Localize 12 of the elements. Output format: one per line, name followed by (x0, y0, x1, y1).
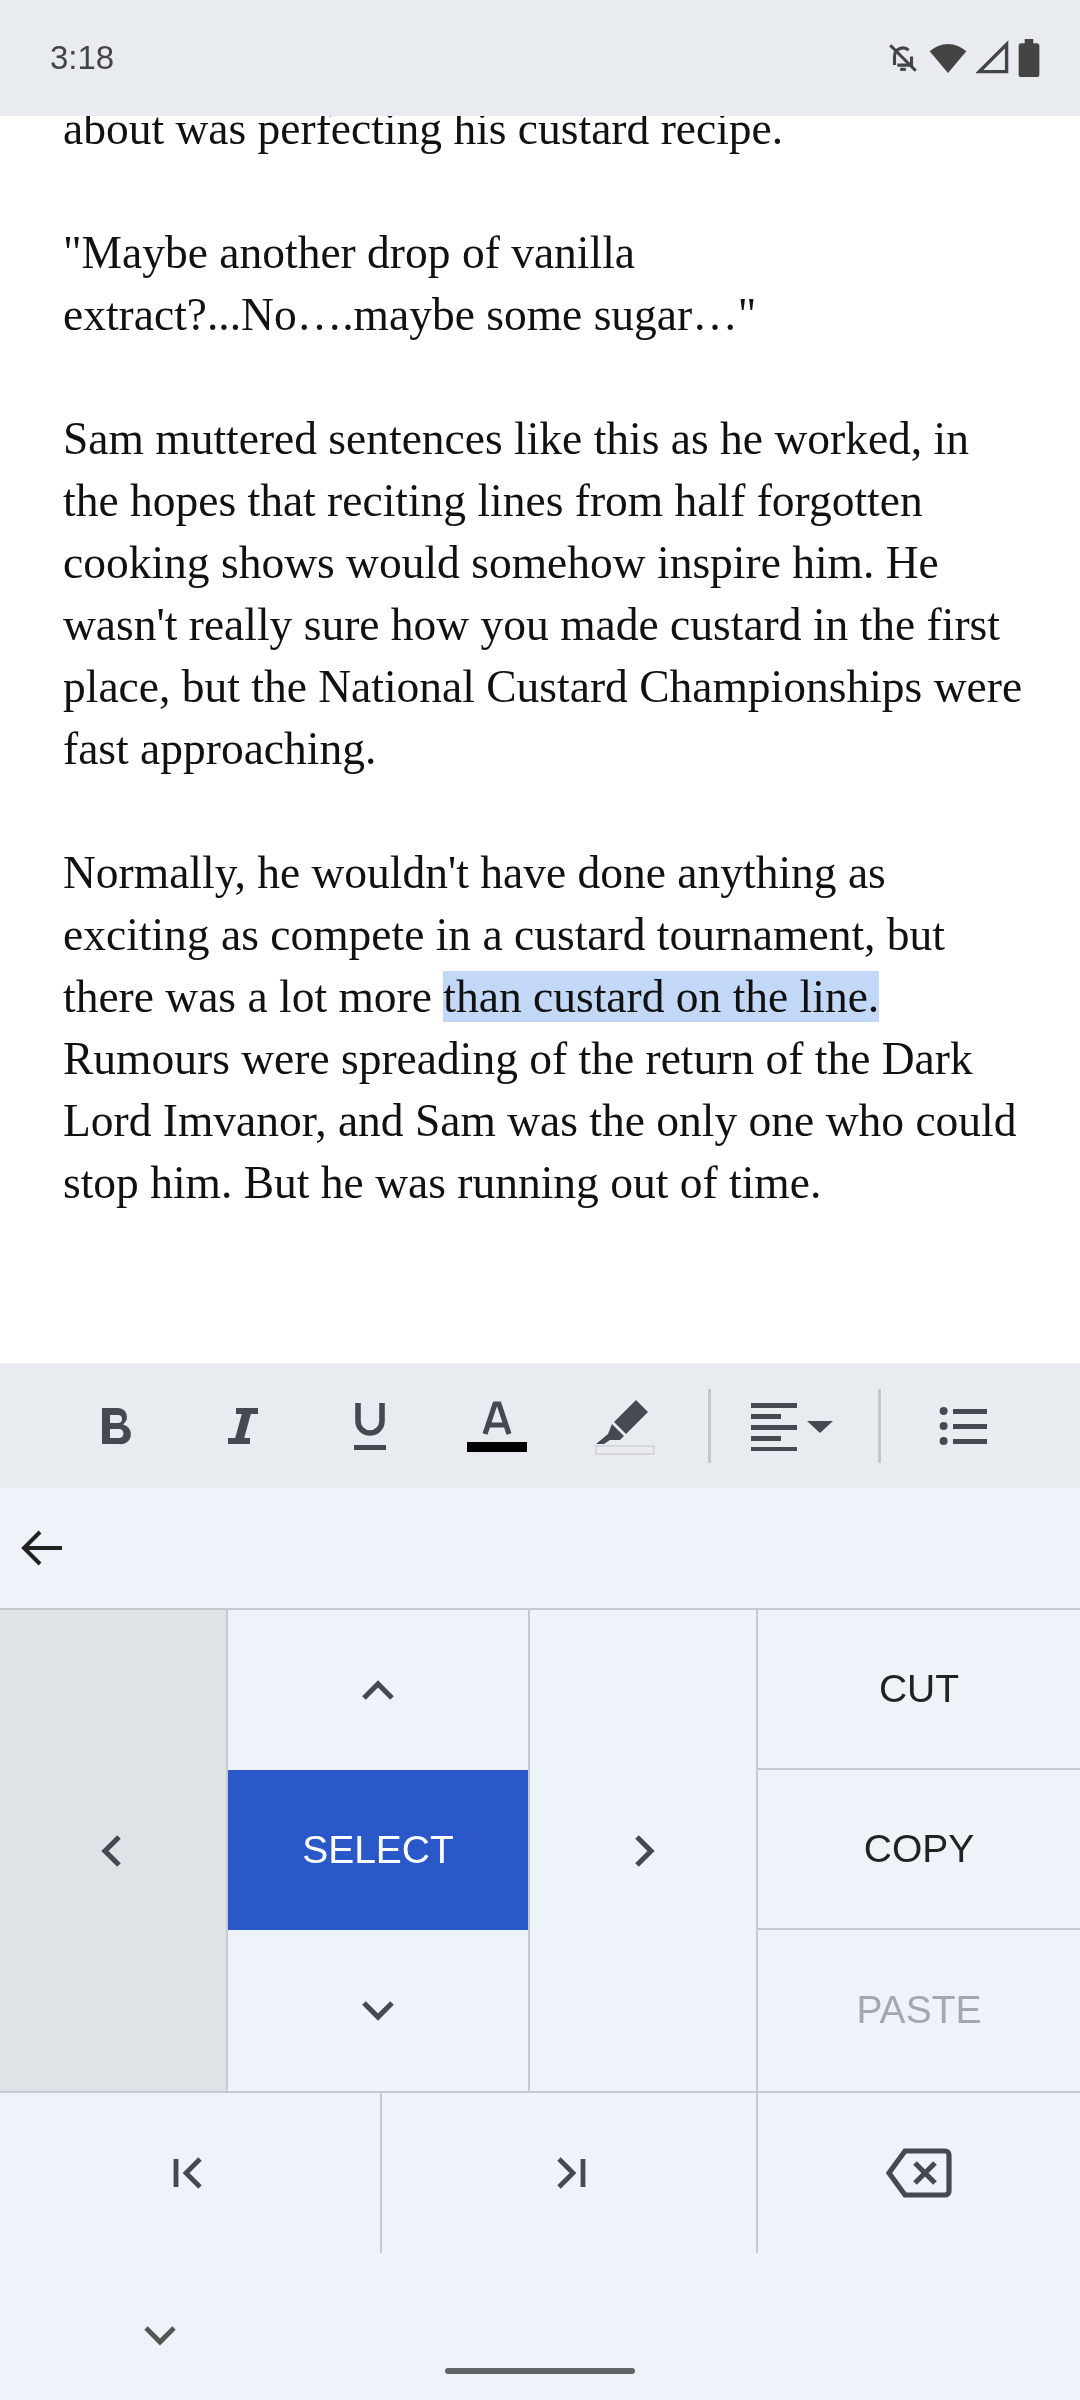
signal-icon (976, 40, 1010, 76)
paragraph: Sam muttered sentences like this as he worked, in the hopes that reciting lines from half forgotten cooking shows would somehow inspire him. He wasn't really sure how you made custard in the first place, but the National Custard Championships were fast approaching. (63, 412, 1024, 776)
backspace-icon[interactable] (885, 2147, 953, 2199)
italic-icon[interactable] (226, 1405, 260, 1446)
home-handle[interactable] (445, 2368, 635, 2374)
status-time: 3:18 (50, 38, 115, 79)
back-arrow-icon[interactable] (20, 1528, 64, 1568)
paragraph: Normally, he wouldn't have done anything as exciting as compete in a custard tournament, but there was a lot more than custard on the line. Rumours were spreading of the return of the Dark Lord Imvanor, and Sam was the only one who could stop him. But he was running out of time. (63, 846, 1018, 1210)
paragraph: "Maybe another drop of vanilla extract?...No….maybe some sugar…" (63, 226, 758, 342)
select-button[interactable]: SELECT (228, 1770, 528, 1930)
bulleted-list-icon[interactable] (939, 1404, 989, 1447)
battery-icon (1018, 39, 1040, 77)
